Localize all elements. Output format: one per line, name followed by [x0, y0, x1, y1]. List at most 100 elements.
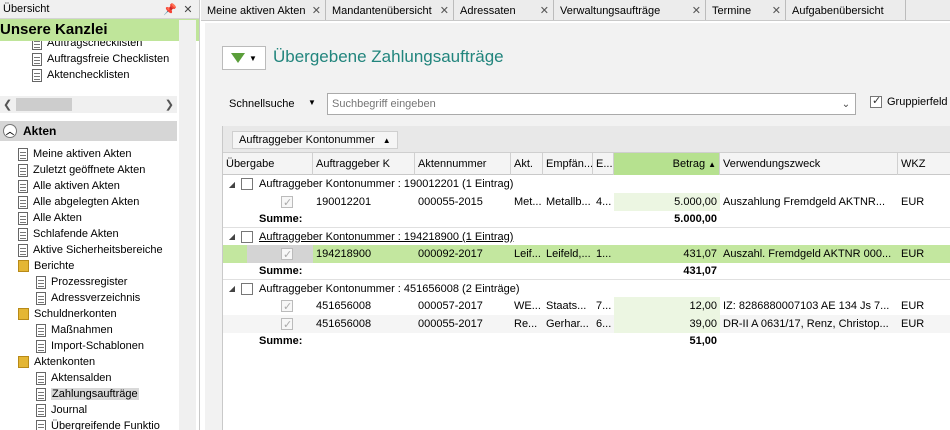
scroll-right-icon[interactable]: ❯ — [165, 98, 174, 111]
column-header[interactable]: WKZ — [898, 153, 950, 175]
akten-section-header[interactable]: ︿ Akten — [0, 121, 177, 141]
table-row[interactable]: 194218900 000092-2017 Leif... Leifeld,... 1.… — [223, 245, 950, 263]
tree-item[interactable]: Adressverzeichnis — [0, 290, 177, 306]
scroll-thumb[interactable] — [16, 98, 72, 111]
group-row[interactable]: ◢ Auftraggeber Kontonummer : 451656008 (2… — [223, 279, 950, 297]
tab[interactable]: Termine ✕ — [706, 0, 786, 20]
column-header[interactable]: Auftraggeber K — [313, 153, 415, 175]
table-row[interactable]: 190012201 000055-2015 Met... Metallb... 4...… — [223, 193, 950, 211]
tab[interactable]: Adressaten ✕ — [454, 0, 554, 20]
transfer-checkbox — [281, 316, 293, 333]
column-header[interactable]: Übergabe — [223, 153, 313, 175]
tab[interactable]: Aufgabenübersicht — [786, 0, 906, 20]
group-field-checkbox[interactable] — [870, 94, 882, 108]
group-checkbox[interactable] — [241, 230, 253, 243]
tree-item[interactable]: Meine aktiven Akten — [0, 146, 177, 162]
group-expand-icon[interactable]: ◢ — [223, 232, 241, 241]
transfer-checkbox — [281, 298, 293, 315]
tree-item[interactable]: Schuldnerkonten — [0, 306, 177, 322]
tree-item-auftragschecklisten[interactable]: Auftragschecklisten — [0, 41, 199, 51]
document-icon — [18, 243, 28, 257]
tree-item[interactable]: Alle aktiven Akten — [0, 178, 177, 194]
overview-panel: Übersicht 📌 ✕ Unsere Kanzlei Auftragsche… — [0, 0, 200, 430]
tree-item[interactable]: Aktive Sicherheitsbereiche — [0, 242, 177, 258]
table-row[interactable]: 451656008 000055-2017 Re... Gerhar... 6...39… — [223, 315, 950, 333]
cell-konto: 451656008 — [316, 300, 372, 312]
tree-item[interactable]: Übergreifende Funktio — [0, 418, 177, 430]
tree-item-label: Alle Akten — [33, 212, 82, 224]
search-field[interactable]: ⌄ — [327, 93, 856, 115]
quicksearch-dropdown-icon[interactable]: ▼ — [308, 98, 316, 107]
group-row[interactable]: ◢ Auftraggeber Kontonummer : 194218900 (1… — [223, 227, 950, 245]
tree-item-auftragsfreie-checklisten[interactable]: Auftragsfreie Checklisten — [0, 51, 199, 67]
horizontal-scrollbar[interactable]: ❮ ❯ — [0, 96, 177, 113]
column-header[interactable]: E... — [593, 153, 614, 175]
column-header[interactable]: Betrag ▲ — [614, 153, 720, 175]
close-icon[interactable]: ✕ — [534, 4, 549, 17]
cell-konto: 194218900 — [316, 248, 372, 260]
group-expand-icon[interactable]: ◢ — [223, 180, 241, 189]
chevron-down-icon[interactable]: ⌄ — [837, 99, 855, 110]
tab[interactable]: Meine aktiven Akten ✕ — [201, 0, 326, 20]
cell-wkz: EUR — [901, 300, 925, 312]
summary-value: 51,00 — [689, 335, 717, 347]
tree-item-label: Adressverzeichnis — [51, 292, 141, 304]
close-icon[interactable]: ✕ — [306, 4, 321, 17]
tab-bar: Meine aktiven Akten ✕ Mandantenübersicht ✕ A… — [201, 0, 950, 21]
content-area: ▼ Übergebene Zahlungsaufträge Schnellsuc… — [205, 23, 950, 430]
tree-item[interactable]: Schlafende Akten — [0, 226, 177, 242]
summary-label: Summe: — [259, 213, 303, 225]
folder-icon — [18, 260, 29, 272]
collapse-icon[interactable]: ︿ — [3, 124, 17, 138]
cell-empf: Leifeld,... — [546, 248, 591, 260]
close-icon[interactable]: ✕ — [434, 4, 449, 17]
group-expand-icon[interactable]: ◢ — [223, 284, 241, 293]
cell-e: 4... — [596, 196, 612, 208]
column-header[interactable]: Verwendungszweck — [720, 153, 898, 175]
tree-item[interactable]: Berichte — [0, 258, 177, 274]
table-row[interactable]: 451656008 000057-2017 WE... Staats... 7...12… — [223, 297, 950, 315]
tree-item[interactable]: Journal — [0, 402, 177, 418]
tree-item-aktenchecklisten[interactable]: Aktenchecklisten — [0, 67, 199, 83]
vertical-scrollbar[interactable] — [179, 20, 196, 430]
tree-item-label: Übergreifende Funktio — [51, 420, 160, 430]
column-header[interactable]: Akt. — [511, 153, 543, 175]
tree-item[interactable]: Alle abgelegten Akten — [0, 194, 177, 210]
tree-item-label: Aktenkonten — [34, 356, 96, 368]
close-icon[interactable]: ✕ — [181, 3, 195, 16]
tab[interactable]: Verwaltungsaufträge ✕ — [554, 0, 706, 20]
group-checkbox[interactable] — [241, 282, 253, 295]
tree-item[interactable]: Import-Schablonen — [0, 338, 177, 354]
pin-icon[interactable]: 📌 — [163, 3, 177, 16]
document-icon — [32, 52, 42, 66]
kanzlei-header[interactable]: Unsere Kanzlei — [0, 19, 199, 41]
tree-item[interactable]: Aktensalden — [0, 370, 177, 386]
tree-item[interactable]: Alle Akten — [0, 210, 177, 226]
tab[interactable]: Mandantenübersicht ✕ — [326, 0, 454, 20]
group-field-toggle[interactable]: Gruppierfeld — [870, 94, 948, 108]
group-checkbox[interactable] — [241, 178, 253, 190]
filter-button[interactable]: ▼ — [222, 46, 266, 70]
search-input[interactable] — [332, 98, 837, 110]
tree-item[interactable]: Zahlungsaufträge — [0, 386, 177, 402]
summary-label: Summe: — [259, 335, 303, 347]
tab-label: Adressaten — [460, 4, 516, 17]
cell-e: 7... — [596, 300, 612, 312]
group-row[interactable]: ◢ Auftraggeber Kontonummer : 190012201 (1… — [223, 175, 950, 193]
tree-item-label: Meine aktiven Akten — [33, 148, 132, 160]
filter-icon — [231, 53, 246, 63]
close-icon[interactable]: ✕ — [686, 4, 701, 17]
tree-item-label: Prozessregister — [51, 276, 128, 288]
tree-item[interactable]: Maßnahmen — [0, 322, 177, 338]
group-chip[interactable]: Auftraggeber Kontonummer ▲ — [232, 131, 398, 149]
tab-label: Termine — [712, 4, 752, 17]
column-header[interactable]: Aktennummer — [415, 153, 511, 175]
column-header[interactable]: Empfän... — [543, 153, 593, 175]
tree-item[interactable]: Prozessregister — [0, 274, 177, 290]
close-icon[interactable]: ✕ — [766, 4, 781, 17]
tree-item[interactable]: Aktenkonten — [0, 354, 177, 370]
main-area: Meine aktiven Akten ✕ Mandantenübersicht ✕ A… — [201, 0, 950, 430]
tree-item[interactable]: Zuletzt geöffnete Akten — [0, 162, 177, 178]
group-label: Auftraggeber Kontonummer : 194218900 (1 … — [259, 230, 514, 243]
scroll-left-icon[interactable]: ❮ — [3, 98, 12, 111]
